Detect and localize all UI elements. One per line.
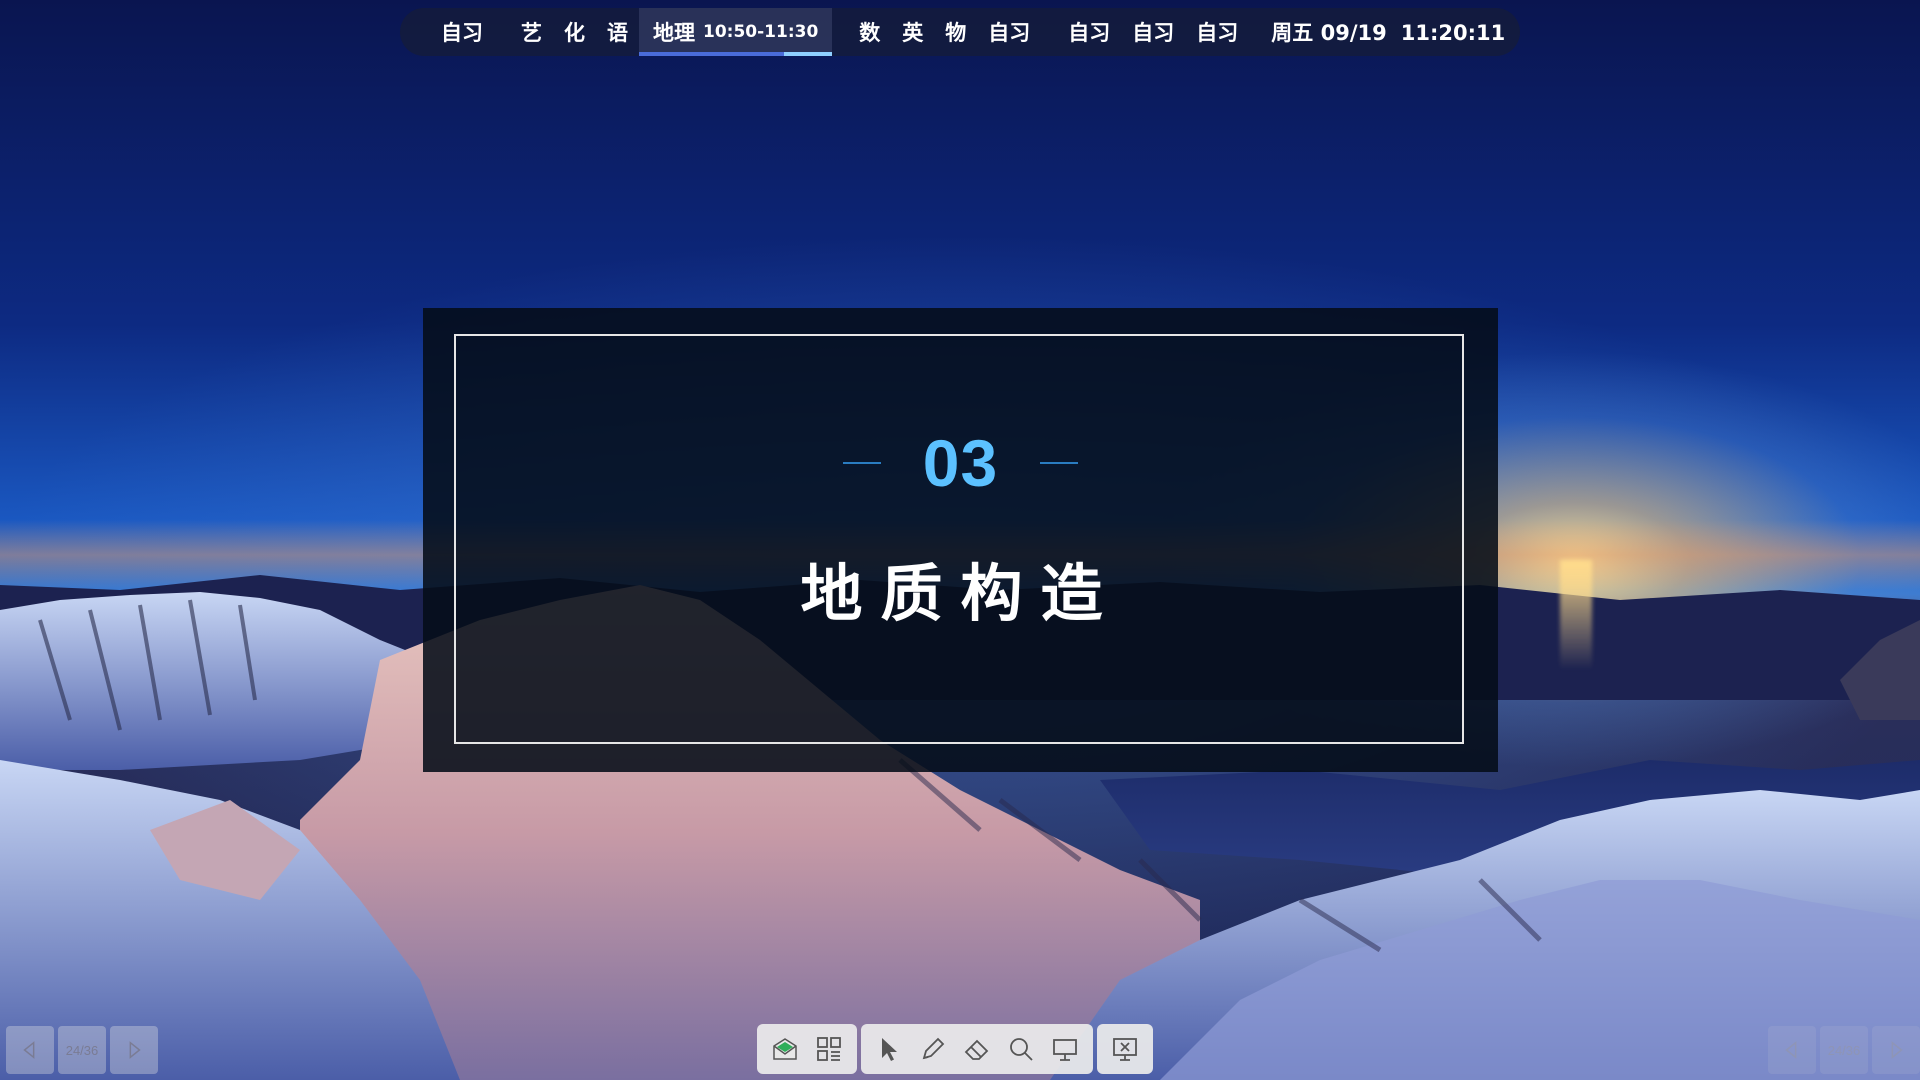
current-class-time: 10:50-11:30 [703,22,819,42]
arrow-left-icon [23,1041,35,1059]
section-number-row: 03 [423,426,1498,500]
clock-label: 11:20:11 [1400,21,1506,45]
toolbar-group-exit [1097,1024,1153,1074]
eraser-icon [964,1039,989,1060]
prev-page-button[interactable] [6,1026,54,1074]
pointer-icon [882,1038,897,1061]
arrow-left-icon [1785,1041,1797,1059]
presentation-icon [1053,1039,1077,1061]
slide-frame [454,334,1464,744]
current-class-slot: 地理 10:50-11:30 [639,8,833,56]
schedule-slot: 物 [945,21,967,45]
magnifier-button[interactable] [999,1027,1043,1071]
page-indicator[interactable]: 24/36 [58,1026,106,1074]
date-label: 周五 09/19 [1271,21,1387,45]
slide-section-card: 03 地质构造 [423,308,1498,772]
grid-icon [817,1037,841,1061]
close-slideshow-icon [1113,1038,1137,1061]
schedule-slot: 化 [564,21,585,45]
current-class-subject: 地理 [653,21,695,45]
prev-page-button-right[interactable] [1768,1026,1816,1074]
magnifier-icon [1010,1038,1033,1061]
schedule-slot: 数 [859,21,881,45]
schedule-slot: 自习 [1196,21,1239,45]
section-number: 03 [922,426,999,500]
schedule-slot: 英 [902,21,924,45]
pointer-button[interactable] [867,1027,911,1071]
page-nav-right: 24/36 [1768,1026,1920,1074]
schedule-slot: 自习 [1132,21,1175,45]
toolbar-group-apps [757,1024,857,1074]
schedule-slot: 自习 [1068,21,1111,45]
next-page-button-right[interactable] [1872,1026,1920,1074]
class-progress-bar [639,52,833,56]
toolbar-group-tools [861,1024,1093,1074]
schedule-slot: 自习 [988,21,1031,45]
next-page-button[interactable] [110,1026,158,1074]
board-icon [773,1038,797,1060]
schedule-slot: 语 [607,21,628,45]
section-title: 地质构造 [800,557,1121,630]
schedule-slot: 艺 [521,21,542,45]
end-slideshow-button[interactable] [1103,1027,1147,1071]
arrow-right-icon [129,1041,141,1059]
schedule-slot: 自习 [441,21,483,45]
apps-grid-button[interactable] [807,1027,851,1071]
date-time: 周五 09/19 11:20:11 [1271,17,1505,47]
page-indicator-right[interactable]: 24/36 [1820,1026,1868,1074]
arrow-right-icon [1891,1041,1903,1059]
slideshow-toolbar [757,1024,1153,1074]
page-nav-left: 24/36 [6,1026,158,1074]
pen-button[interactable] [911,1027,955,1071]
class-schedule-bar: 自习 艺 化 语 地理 10:50-11:30 数 英 物 自习 自习 自习 自… [400,8,1520,56]
pen-icon [922,1037,945,1060]
decor-dash-right [1040,462,1079,464]
eraser-button[interactable] [955,1027,999,1071]
decor-dash-left [842,462,881,464]
presentation-button[interactable] [1043,1027,1087,1071]
board-button[interactable] [763,1027,807,1071]
